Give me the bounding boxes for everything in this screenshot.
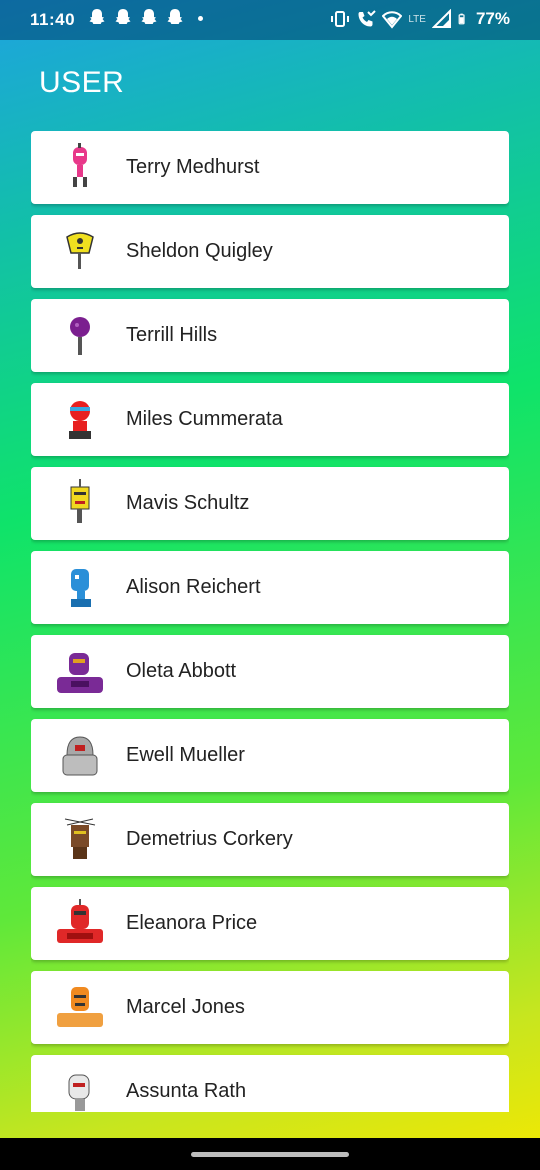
network-type: LTE [408, 13, 426, 25]
user-card[interactable]: Mavis Schultz [31, 467, 509, 540]
signal-icon [431, 9, 451, 28]
system-navigation-bar [0, 1138, 540, 1170]
snapchat-icon [167, 9, 183, 24]
status-icons: LTE 77% [330, 9, 510, 29]
user-card[interactable]: Assunta Rath [31, 1055, 509, 1112]
vibrate-icon [331, 11, 350, 27]
user-name: Ewell Mueller [126, 744, 245, 766]
user-name: Terry Medhurst [126, 156, 260, 178]
user-card[interactable]: Terrill Hills [31, 299, 509, 372]
user-name: Eleanora Price [126, 912, 258, 934]
user-name: Alison Reichert [126, 576, 261, 598]
gray-robot-avatar [62, 736, 98, 776]
user-name: Miles Cummerata [126, 408, 283, 430]
blue-robot-avatar [71, 569, 91, 607]
purple-robot-avatar [57, 653, 103, 693]
user-name: Demetrius Corkery [126, 828, 293, 850]
user-card[interactable]: Eleanora Price [31, 887, 509, 960]
wifi-icon [382, 11, 403, 29]
user-card[interactable]: Alison Reichert [31, 551, 509, 624]
user-list[interactable]: Terry Medhurst Sheldon Quigley Terrill H… [31, 131, 509, 1112]
user-card[interactable]: Oleta Abbott [31, 635, 509, 708]
brown-robot-avatar [64, 818, 96, 859]
yellow-robot-avatar [70, 479, 90, 523]
battery-level: 77% [475, 9, 510, 28]
yellow-robot-avatar [66, 232, 94, 269]
notification-icons [88, 8, 203, 28]
user-card[interactable]: Terry Medhurst [31, 131, 509, 204]
page-title: USER [39, 66, 125, 99]
battery-icon [458, 13, 465, 25]
more-notifications-dot-icon [198, 15, 203, 21]
user-card[interactable]: Demetrius Corkery [31, 803, 509, 876]
white-robot-avatar [68, 1074, 90, 1111]
pink-robot-avatar [73, 143, 87, 187]
user-name: Sheldon Quigley [126, 240, 273, 262]
user-name: Marcel Jones [126, 996, 245, 1018]
red-robot-avatar [57, 899, 103, 943]
user-card[interactable]: Sheldon Quigley [31, 215, 509, 288]
snapchat-icon [89, 9, 105, 24]
app-screen: 11:40 LTE 77% USER Terry Medhurst Sheldo… [0, 0, 540, 1170]
user-card[interactable]: Ewell Mueller [31, 719, 509, 792]
call-icon [358, 10, 377, 27]
red-robot-avatar [69, 401, 91, 439]
user-name: Mavis Schultz [126, 492, 250, 514]
orange-robot-avatar [57, 987, 103, 1027]
status-bar: 11:40 LTE 77% [0, 0, 540, 40]
user-name: Oleta Abbott [126, 660, 237, 682]
user-name: Assunta Rath [126, 1080, 247, 1102]
snapchat-icon [115, 9, 131, 24]
purple-robot-avatar [70, 317, 90, 355]
user-name: Terrill Hills [126, 324, 218, 346]
status-time: 11:40 [30, 10, 76, 29]
home-gesture-handle[interactable] [191, 1152, 349, 1157]
user-card[interactable]: Miles Cummerata [31, 383, 509, 456]
user-card[interactable]: Marcel Jones [31, 971, 509, 1044]
snapchat-icon [141, 9, 157, 24]
